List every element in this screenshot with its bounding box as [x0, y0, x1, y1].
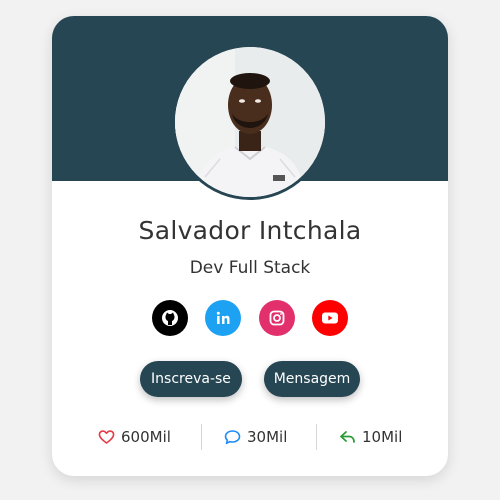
likes-count: 600Mil: [121, 428, 171, 446]
shares-stat[interactable]: 10Mil: [339, 424, 402, 450]
comment-icon: [224, 430, 241, 445]
youtube-icon: [322, 312, 338, 324]
youtube-link[interactable]: [312, 300, 348, 336]
avatar: [172, 44, 328, 200]
instagram-link[interactable]: [259, 300, 295, 336]
shares-count: 10Mil: [362, 428, 403, 446]
linkedin-icon: [216, 311, 230, 324]
profile-card: Salvador Intchala Dev Full Stack Inscrev…: [52, 16, 448, 476]
github-link[interactable]: [152, 300, 188, 336]
message-button[interactable]: Mensagem: [264, 361, 360, 397]
stats-divider: [201, 424, 202, 450]
stats-divider: [316, 424, 317, 450]
profile-name: Salvador Intchala: [138, 216, 362, 245]
social-links: [52, 300, 448, 336]
avatar-photo: [175, 47, 325, 197]
linkedin-link[interactable]: [205, 300, 241, 336]
heart-icon: [98, 430, 115, 444]
likes-stat[interactable]: 600Mil: [98, 424, 171, 450]
comments-count: 30Mil: [247, 428, 288, 446]
subscribe-button[interactable]: Inscreva-se: [140, 361, 242, 397]
profile-role: Dev Full Stack: [189, 258, 311, 278]
stats-bar: 600Mil 30Mil 10Mil: [52, 424, 448, 450]
instagram-icon: [269, 310, 285, 326]
share-icon: [340, 431, 355, 443]
github-icon: [162, 310, 178, 326]
comments-stat[interactable]: 30Mil: [224, 424, 287, 450]
